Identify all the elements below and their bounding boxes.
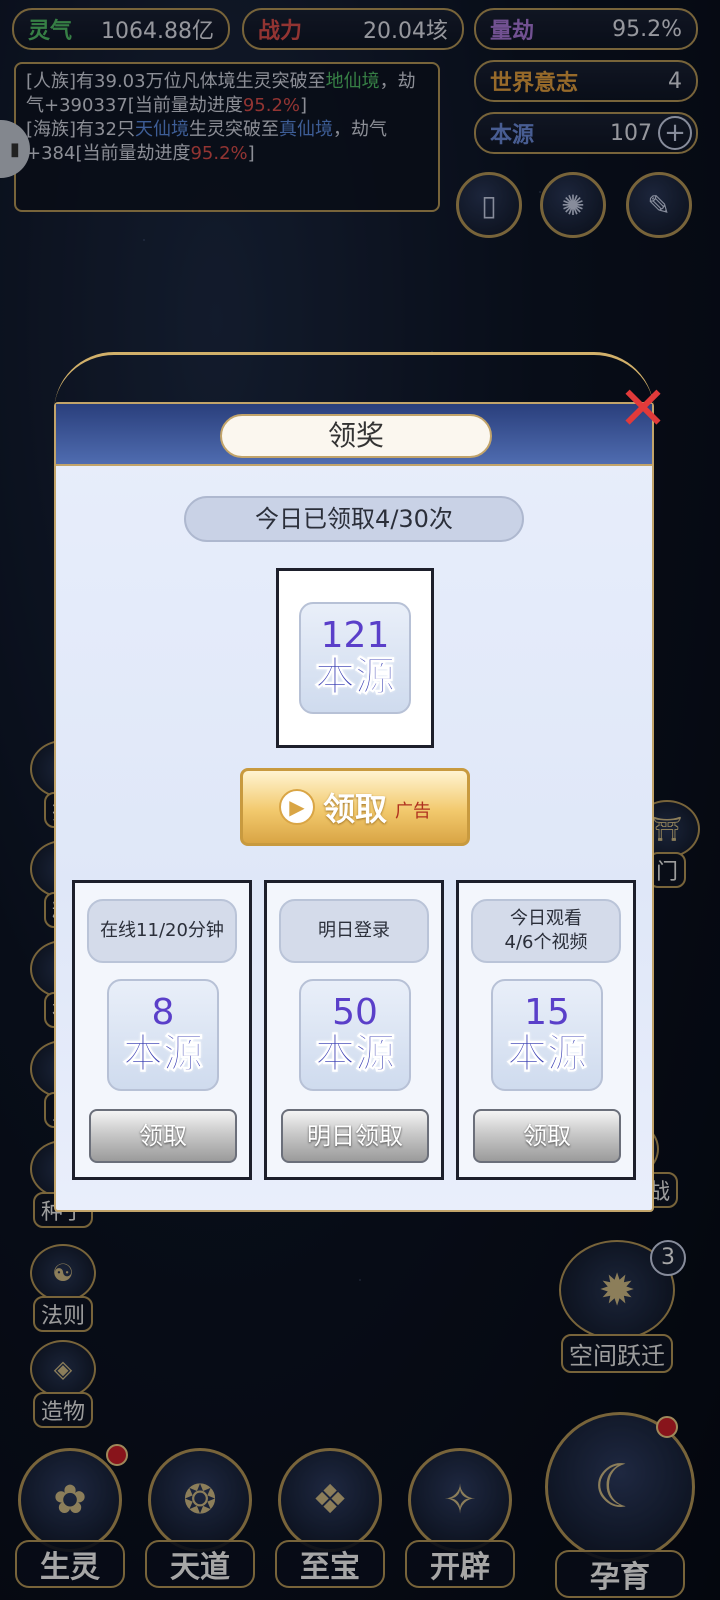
task-card-online: 在线11/20分钟 8 本源 领取 [72,880,252,1180]
reward-name: 本源 [315,653,396,700]
task-condition: 明日登录 [279,899,429,963]
reward-amount: 121 [320,615,390,656]
claim-button[interactable]: 领取 [473,1109,621,1163]
play-video-icon: ▶ [278,789,315,825]
daily-claim-counter: 今日已领取4/30次 [184,496,524,542]
reward-dialog: 领奖 今日已领取4/30次 121 本源 ▶ 领取 广告 在线11/20分钟 8… [54,402,654,1212]
reward-tile: 121 本源 [299,602,411,714]
main-reward-card: 121 本源 [276,568,434,748]
reward-amount: 15 [524,992,570,1033]
reward-name: 本源 [123,1030,204,1077]
reward-amount: 50 [332,992,378,1033]
task-card-login: 明日登录 50 本源 明日领取 [264,880,444,1180]
reward-amount: 8 [151,992,175,1033]
task-condition: 今日观看 4/6个视频 [471,899,621,963]
claim-tomorrow-button[interactable]: 明日领取 [281,1109,429,1163]
reward-name: 本源 [507,1030,588,1077]
reward-tile: 15 本源 [491,979,603,1091]
dialog-title: 领奖 [220,414,492,458]
task-card-video: 今日观看 4/6个视频 15 本源 领取 [456,880,636,1180]
reward-tile: 50 本源 [299,979,411,1091]
task-condition: 在线11/20分钟 [87,899,237,963]
claim-ad-label: 领取 [322,790,387,828]
claim-button[interactable]: 领取 [89,1109,237,1163]
claim-ad-button[interactable]: ▶ 领取 广告 [240,768,470,846]
close-dialog-button[interactable]: ✕ [612,378,674,440]
reward-name: 本源 [315,1030,396,1077]
ad-tag: 广告 [395,801,431,822]
reward-tile: 8 本源 [107,979,219,1091]
close-icon: ✕ [617,374,669,444]
